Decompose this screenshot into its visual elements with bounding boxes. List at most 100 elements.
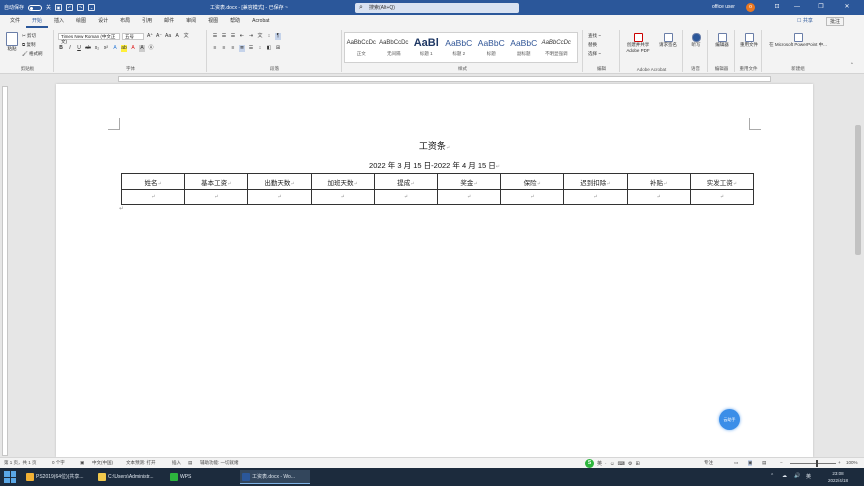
table-cell[interactable]: ↵ (247, 189, 312, 205)
ime-punct-icon[interactable]: · (605, 461, 607, 467)
align-left-icon[interactable]: ≡ (212, 45, 218, 52)
bold-icon[interactable]: B (58, 45, 64, 52)
character-shading-icon[interactable]: A (139, 45, 145, 52)
autosave-toggle[interactable] (28, 4, 43, 11)
strikethrough-icon[interactable]: ab (85, 45, 91, 52)
request-sign-button[interactable]: 请求签名 (655, 33, 681, 48)
enclose-characters-icon[interactable]: Ⓐ (148, 45, 154, 52)
reuse-files-button[interactable]: 重用文件 (738, 33, 760, 48)
ribbon-display-options-button[interactable]: ⊡ (772, 2, 782, 13)
table-cell[interactable]: ↵ (436, 189, 502, 205)
style-heading-1[interactable]: AaBl 标题 1 (410, 33, 443, 62)
tab-view[interactable]: 视图 (202, 15, 224, 28)
zoom-in-icon[interactable]: + (838, 460, 841, 465)
tab-home[interactable]: 开始 (26, 15, 49, 28)
copy-button[interactable]: ⧉ 复制 (22, 42, 35, 48)
header-name[interactable]: 姓名↵ (120, 173, 186, 190)
taskbar-item-word[interactable]: 工资表.docx - Wo... (240, 470, 310, 484)
header-insurance[interactable]: 保险↵ (500, 173, 565, 190)
format-painter-button[interactable]: 🖌 格式刷 (22, 51, 42, 57)
customize-qat-icon[interactable]: ⌄ (88, 4, 96, 11)
insert-mode[interactable]: 插入 (172, 460, 181, 466)
page-count[interactable]: 第 1 页，共 1 页 (4, 460, 37, 466)
proofing-icon[interactable]: ▣ (80, 460, 84, 466)
redo-icon[interactable]: ↷ (77, 4, 85, 11)
macro-icon[interactable]: ▤ (188, 460, 192, 466)
header-bonus[interactable]: 奖金↵ (436, 173, 502, 190)
tab-draw[interactable]: 绘图 (70, 15, 92, 28)
read-mode-icon[interactable]: ▭ (734, 460, 738, 466)
header-allowance[interactable]: 补贴↵ (626, 173, 691, 190)
table-cell[interactable]: ↵ (563, 189, 628, 205)
accessibility-status[interactable]: 辅助功能: 一切就绪 (200, 460, 239, 466)
header-base-salary[interactable]: 基本工资↵ (184, 173, 249, 190)
ime-emoji-icon[interactable]: ☺ (610, 461, 615, 467)
language-indicator[interactable]: 中文(中国) (92, 460, 113, 466)
tab-layout[interactable]: 布局 (114, 15, 136, 28)
zoom-out-icon[interactable]: − (780, 460, 783, 465)
decrease-indent-icon[interactable]: ⇤ (239, 33, 245, 40)
style-subtle-emphasis[interactable]: AaBbCcDc 不明显强调 (540, 33, 573, 62)
tray-chevron-icon[interactable]: ⌃ (770, 473, 774, 479)
print-layout-icon[interactable]: ▣ (748, 460, 753, 466)
header-late-deduction[interactable]: 迟到扣除↵ (563, 173, 628, 190)
document-heading[interactable]: 工资条↵ (56, 139, 813, 152)
underline-icon[interactable]: U (76, 45, 82, 52)
share-button[interactable]: ☐ 共享 (794, 17, 816, 26)
minimize-button[interactable]: — (792, 2, 802, 13)
zoom-slider[interactable] (790, 460, 836, 467)
avatar[interactable]: o (746, 3, 755, 12)
subscript-icon[interactable]: x₂ (94, 45, 100, 52)
phonetic-guide-icon[interactable]: 文 (183, 33, 189, 40)
table-cell[interactable]: ↵ (120, 189, 186, 205)
table-cell[interactable]: ↵ (373, 189, 438, 205)
tab-file[interactable]: 文件 (4, 15, 26, 28)
date-range-line[interactable]: 2022 年 3 月 15 日-2022 年 4 月 15 日↵ (56, 160, 813, 171)
font-color-icon[interactable]: A (130, 45, 136, 52)
style-normal[interactable]: AaBbCcDc 正文 (345, 33, 378, 62)
horizontal-ruler[interactable] (0, 74, 864, 83)
tab-design[interactable]: 设计 (92, 15, 114, 28)
search-input[interactable]: 搜索(Alt+Q) (355, 3, 519, 13)
create-pdf-button[interactable]: 创建并共享 Adobe PDF (623, 33, 653, 53)
focus-mode[interactable]: 专注 (704, 460, 713, 466)
shading-icon[interactable]: ◧ (266, 45, 272, 52)
document-page[interactable]: 工资条↵ 2022 年 3 月 15 日-2022 年 4 月 15 日↵ 姓名… (56, 84, 813, 457)
table-cell[interactable]: ↵ (310, 189, 375, 205)
table-cell[interactable]: ↵ (689, 189, 755, 205)
justify-icon[interactable]: ≣ (239, 45, 245, 52)
undo-icon[interactable]: ↶ (66, 4, 74, 11)
numbering-icon[interactable]: ☰ (221, 33, 227, 40)
align-center-icon[interactable]: ≡ (221, 45, 227, 52)
web-layout-icon[interactable]: ▤ (762, 460, 766, 466)
ime-settings-icon[interactable]: ⚙ (628, 461, 632, 467)
find-button[interactable]: 查找 ~ (588, 33, 601, 39)
restore-button[interactable]: ❐ (816, 2, 826, 13)
multilevel-list-icon[interactable]: ☰ (230, 33, 236, 40)
grow-font-icon[interactable]: A⁺ (147, 33, 153, 40)
cut-button[interactable]: ✂ 剪切 (22, 33, 36, 39)
editor-button[interactable]: 编辑器 (711, 33, 733, 48)
paste-button[interactable]: 粘贴 (4, 32, 20, 52)
align-right-icon[interactable]: ≡ (230, 45, 236, 52)
replace-button[interactable]: 替换 (588, 42, 597, 48)
salary-table[interactable]: 姓名↵ 基本工资↵ 出勤天数↵ 加班天数↵ 提成↵ 奖金↵ 保险↵ 迟到扣除↵ … (120, 173, 755, 205)
ime-toolbox-icon[interactable]: ⊞ (636, 461, 640, 467)
vertical-ruler[interactable] (2, 86, 8, 456)
style-title[interactable]: AaBbC 标题 (475, 33, 508, 62)
bullets-icon[interactable]: ☰ (212, 33, 218, 40)
taskbar-item-explorer[interactable]: C:\Users\Administr... (96, 470, 154, 484)
close-button[interactable]: ✕ (842, 2, 852, 13)
comments-button[interactable]: 批注 (826, 17, 845, 26)
tab-mailings[interactable]: 邮件 (158, 15, 180, 28)
chinese-layout-icon[interactable]: 文 (257, 33, 263, 40)
table-cell[interactable]: ↵ (626, 189, 691, 205)
tray-volume-icon[interactable]: 🔊 (794, 473, 800, 479)
send-to-powerpoint-button[interactable]: 在 Microsoft PowerPoint 中... (765, 33, 831, 48)
tab-references[interactable]: 引用 (136, 15, 158, 28)
header-attendance-days[interactable]: 出勤天数↵ (247, 173, 312, 190)
tab-acrobat[interactable]: Acrobat (246, 15, 275, 28)
italic-icon[interactable]: I (67, 45, 73, 52)
table-cell[interactable]: ↵ (184, 189, 249, 205)
increase-indent-icon[interactable]: ⇥ (248, 33, 254, 40)
